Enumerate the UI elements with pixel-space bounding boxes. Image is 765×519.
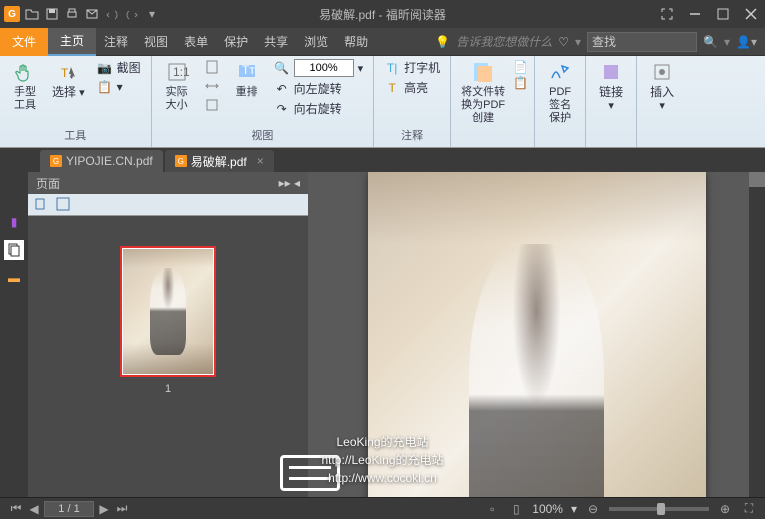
menubar: 文件 主页 注释 视图 表单 保护 共享 浏览 帮助 💡 告诉我您想做什么 ♡ … bbox=[0, 28, 765, 56]
print-icon[interactable] bbox=[64, 6, 80, 22]
zoom-value: 100% bbox=[532, 502, 563, 516]
dropdown-icon[interactable]: ▾ bbox=[144, 6, 160, 22]
pdf-icon: G bbox=[50, 155, 62, 167]
ribbon: 手型 工具 T 选择 ▾ 📷截图 📋▾ 工具 1:1 实际 大小 bbox=[0, 56, 765, 148]
page-input[interactable] bbox=[44, 501, 94, 517]
snapshot-button[interactable]: 📷截图 bbox=[93, 58, 145, 77]
thumb-large-icon[interactable] bbox=[56, 197, 72, 213]
rotate-right-button[interactable]: ↷向右旋转 bbox=[270, 99, 368, 118]
convert-opt2-icon[interactable]: 📋 bbox=[513, 76, 528, 90]
reflow-button[interactable]: Tт 重排 bbox=[228, 58, 266, 101]
thumb-number: 1 bbox=[165, 383, 171, 395]
convert-opt-icon[interactable]: 📄 bbox=[513, 60, 528, 74]
zoom-out-icon[interactable]: ⊖ bbox=[585, 501, 601, 517]
zoom-out-button[interactable]: 🔍 ▾ bbox=[270, 58, 368, 78]
vertical-scrollbar[interactable] bbox=[749, 172, 765, 497]
pdf-page bbox=[368, 172, 706, 497]
fullscreen-icon[interactable]: ⛶ bbox=[741, 501, 757, 517]
email-icon[interactable] bbox=[84, 6, 100, 22]
maximize-button[interactable] bbox=[709, 0, 737, 28]
zoom-slider[interactable] bbox=[609, 507, 709, 511]
search-icon[interactable]: 🔍 bbox=[703, 35, 718, 49]
doc-tab-2[interactable]: G 易破解.pdf × bbox=[165, 150, 274, 172]
tab-file[interactable]: 文件 bbox=[0, 28, 48, 56]
left-rail: ▮ ▬ bbox=[0, 172, 28, 497]
prev-page-icon[interactable]: ◀ bbox=[26, 501, 42, 517]
fit-page-button[interactable] bbox=[200, 58, 224, 76]
app-icon: G bbox=[4, 6, 20, 22]
redo-icon[interactable] bbox=[124, 6, 140, 22]
minimize-button[interactable] bbox=[681, 0, 709, 28]
group-view-label: 视图 bbox=[158, 125, 368, 145]
fit-visible-button[interactable] bbox=[200, 96, 224, 114]
tab-annotate[interactable]: 注释 bbox=[96, 33, 136, 50]
layout-continuous-icon[interactable]: ▯ bbox=[508, 501, 524, 517]
last-page-icon[interactable]: ⏭ bbox=[114, 501, 130, 517]
doc-tab-1[interactable]: G YIPOJIE.CN.pdf bbox=[40, 150, 163, 172]
first-page-icon[interactable]: ⏮ bbox=[8, 501, 24, 517]
pages-rail-icon[interactable] bbox=[4, 240, 24, 260]
document-tabs: G YIPOJIE.CN.pdf G 易破解.pdf × bbox=[0, 148, 765, 172]
actual-size-button[interactable]: 1:1 实际 大小 bbox=[158, 58, 196, 114]
fullscreen-icon[interactable] bbox=[653, 0, 681, 28]
pages-panel: 页面 ▸▸ ◂ 1 bbox=[28, 172, 308, 497]
pdf-sign-button[interactable]: PDF 签名 保护 bbox=[541, 58, 579, 127]
bookmark-rail-icon[interactable]: ▮ bbox=[4, 212, 24, 232]
tab-close-icon[interactable]: × bbox=[257, 154, 264, 168]
dropdown-icon[interactable]: ▾ bbox=[575, 35, 581, 49]
tab-browse[interactable]: 浏览 bbox=[296, 33, 336, 50]
comments-rail-icon[interactable]: ▬ bbox=[4, 268, 24, 288]
tab-share[interactable]: 共享 bbox=[256, 33, 296, 50]
tab-protect[interactable]: 保护 bbox=[216, 33, 256, 50]
typewriter-button[interactable]: T|打字机 bbox=[380, 58, 444, 77]
pdf-icon: G bbox=[175, 155, 187, 167]
document-viewer[interactable] bbox=[308, 172, 765, 497]
panel-toolbar bbox=[28, 194, 308, 216]
panel-title: 页面 bbox=[36, 175, 60, 192]
titlebar: G ▾ 易破解.pdf - 福昕阅读器 bbox=[0, 0, 765, 28]
select-button[interactable]: T 选择 ▾ bbox=[48, 58, 89, 102]
save-icon[interactable] bbox=[44, 6, 60, 22]
zoom-input[interactable] bbox=[294, 59, 354, 77]
statusbar: ⏮ ◀ ▶ ⏭ ▫ ▯ 100% ▾ ⊖ ⊕ ⛶ bbox=[0, 497, 765, 519]
fit-width-button[interactable] bbox=[200, 77, 224, 95]
user-icon[interactable]: 👤▾ bbox=[736, 35, 757, 49]
scroll-thumb[interactable] bbox=[749, 172, 765, 187]
panel-collapse-icon[interactable]: ▸▸ ◂ bbox=[279, 176, 300, 190]
close-button[interactable] bbox=[737, 0, 765, 28]
tab-home[interactable]: 主页 bbox=[48, 28, 96, 56]
workspace: ▮ ▬ 页面 ▸▸ ◂ 1 bbox=[0, 172, 765, 497]
window-title: 易破解.pdf - 福昕阅读器 bbox=[319, 6, 446, 23]
undo-icon[interactable] bbox=[104, 6, 120, 22]
insert-button[interactable]: 插入▾ bbox=[643, 58, 681, 115]
highlight-button[interactable]: T高亮 bbox=[380, 78, 444, 97]
tab-form[interactable]: 表单 bbox=[176, 33, 216, 50]
hand-tool-button[interactable]: 手型 工具 bbox=[6, 58, 44, 114]
group-annotate-label: 注释 bbox=[380, 125, 444, 145]
tell-me[interactable]: 告诉我您想做什么 bbox=[456, 33, 552, 50]
open-icon[interactable] bbox=[24, 6, 40, 22]
search-dropdown-icon[interactable]: ▾ bbox=[724, 35, 730, 49]
heart-icon[interactable]: ♡ bbox=[558, 35, 569, 49]
bulb-icon[interactable]: 💡 bbox=[435, 35, 450, 49]
layout-single-icon[interactable]: ▫ bbox=[484, 501, 500, 517]
thumb-small-icon[interactable] bbox=[34, 197, 50, 213]
convert-button[interactable]: 将文件转 换为PDF 创建 bbox=[457, 58, 509, 127]
rotate-left-button[interactable]: ↶向左旋转 bbox=[270, 79, 368, 98]
zoom-in-icon[interactable]: ⊕ bbox=[717, 501, 733, 517]
thumbnails: 1 bbox=[28, 216, 308, 497]
tab-view[interactable]: 视图 bbox=[136, 33, 176, 50]
thumbnail-1[interactable] bbox=[120, 246, 216, 377]
svg-text:T: T bbox=[61, 66, 69, 80]
next-page-icon[interactable]: ▶ bbox=[96, 501, 112, 517]
tab-help[interactable]: 帮助 bbox=[336, 33, 376, 50]
link-button[interactable]: 链接▾ bbox=[592, 58, 630, 115]
clipboard-button[interactable]: 📋▾ bbox=[93, 78, 145, 96]
search-input[interactable]: 查找 bbox=[587, 32, 697, 52]
svg-text:Tт: Tт bbox=[242, 63, 255, 77]
watermark-logo bbox=[280, 455, 340, 491]
group-tools-label: 工具 bbox=[6, 125, 145, 145]
svg-text:1:1: 1:1 bbox=[173, 65, 190, 79]
